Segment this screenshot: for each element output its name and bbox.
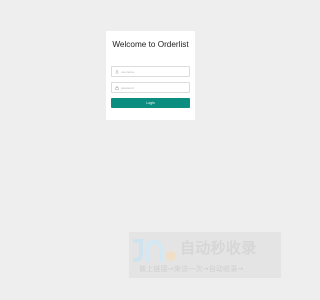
username-input[interactable] <box>121 67 187 76</box>
user-icon <box>112 67 121 76</box>
username-field[interactable] <box>111 66 190 77</box>
watermark-title: 自动秒收录 <box>180 239 257 257</box>
password-field[interactable] <box>111 82 190 93</box>
login-page: Welcome to Orderlist Login <box>0 0 300 300</box>
login-button[interactable]: Login <box>111 98 190 108</box>
lock-icon <box>112 83 121 92</box>
watermark-subtitle: 做上链接→来访一次→自动收录→ <box>139 265 244 273</box>
logo-mark <box>133 239 176 262</box>
password-input[interactable] <box>121 83 187 92</box>
page-title: Welcome to Orderlist <box>112 40 189 49</box>
login-card: Welcome to Orderlist Login <box>106 31 195 120</box>
watermark-banner: 自动秒收录 做上链接→来访一次→自动收录→ <box>129 232 281 278</box>
